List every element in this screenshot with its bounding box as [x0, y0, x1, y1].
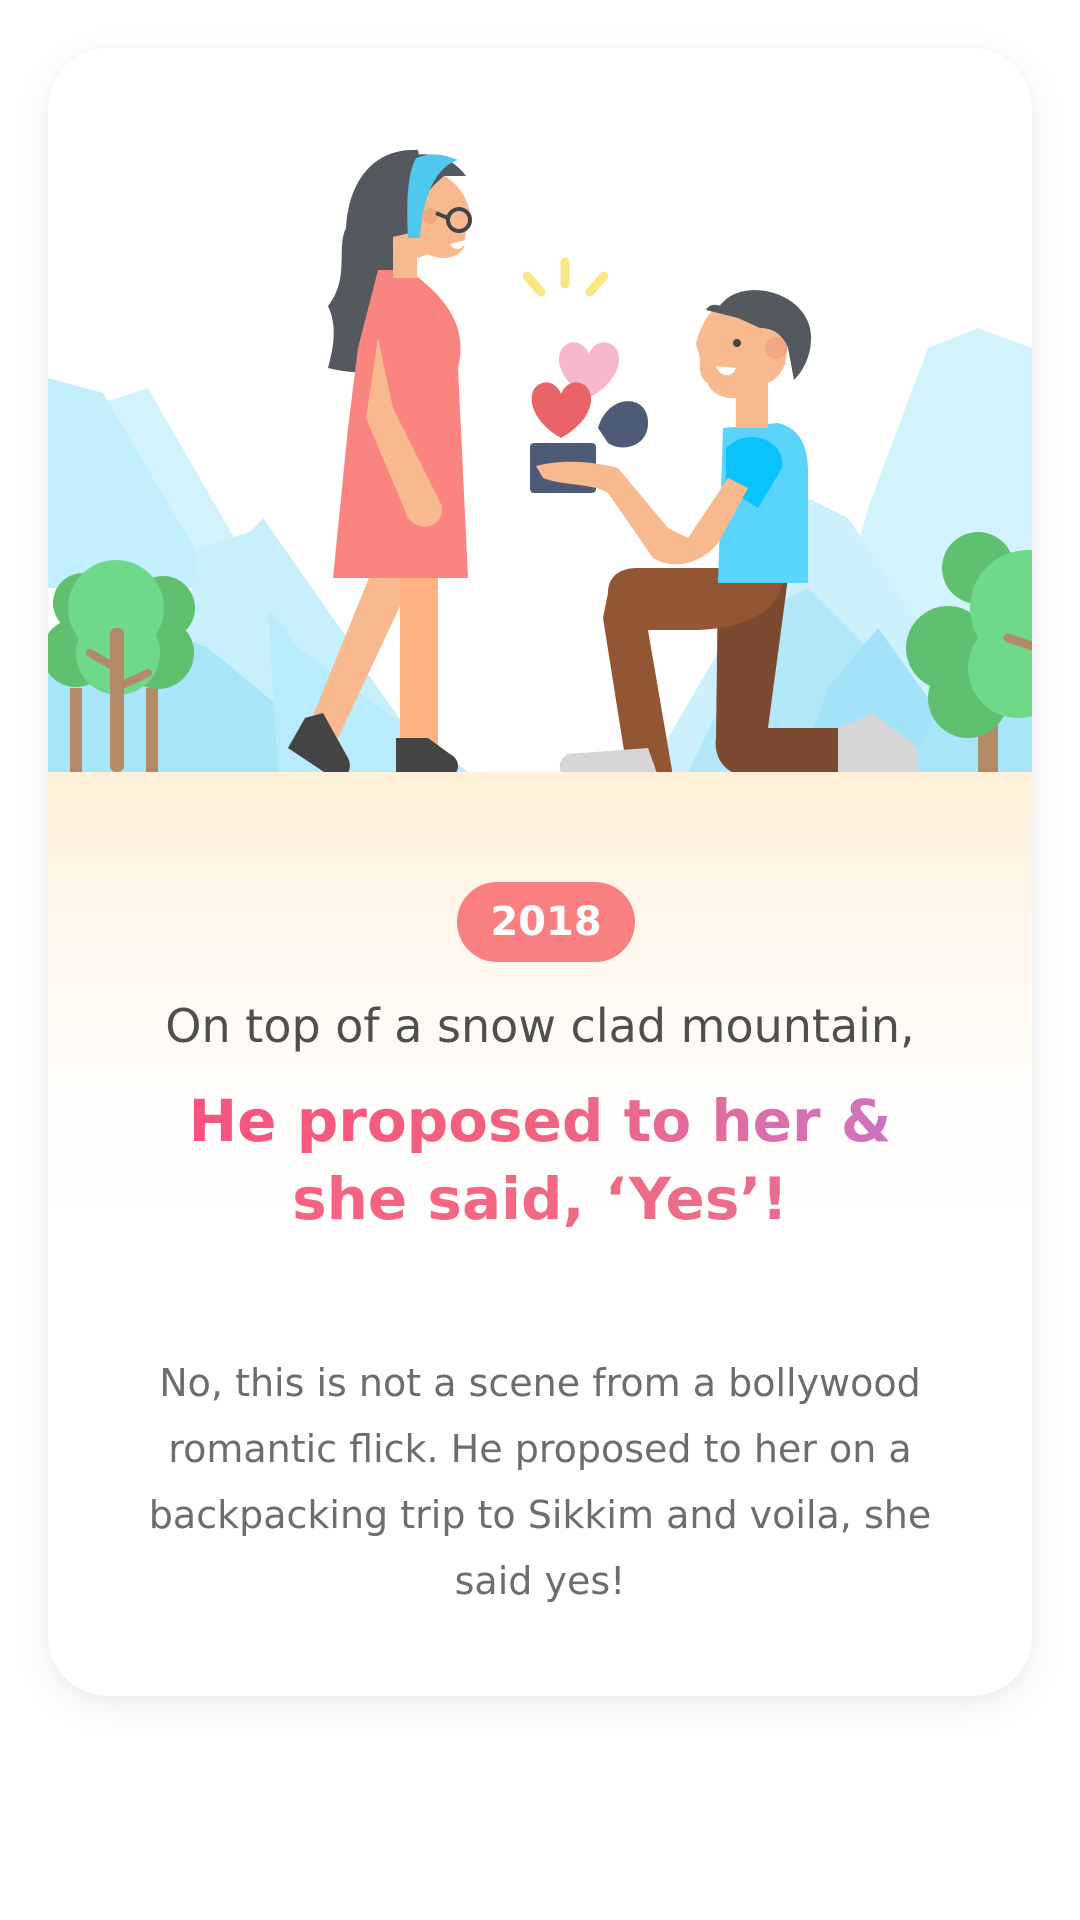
headline-line-1: He proposed to her &: [48, 1082, 1032, 1160]
story-body: No, this is not a scene from a bollywood…: [148, 1361, 932, 1603]
story-headline: He proposed to her & she said, ‘Yes’!: [48, 1082, 1032, 1238]
sparkle-icon: [522, 257, 609, 297]
story-content: 2018 On top of a snow clad mountain, He …: [48, 772, 1032, 1696]
year-badge: 2018: [457, 882, 635, 962]
story-card: 2018 On top of a snow clad mountain, He …: [48, 48, 1032, 1696]
headline-line-2: she said, ‘Yes’!: [48, 1160, 1032, 1238]
story-lead: On top of a snow clad mountain,: [165, 999, 915, 1053]
proposal-illustration: [48, 149, 1032, 772]
